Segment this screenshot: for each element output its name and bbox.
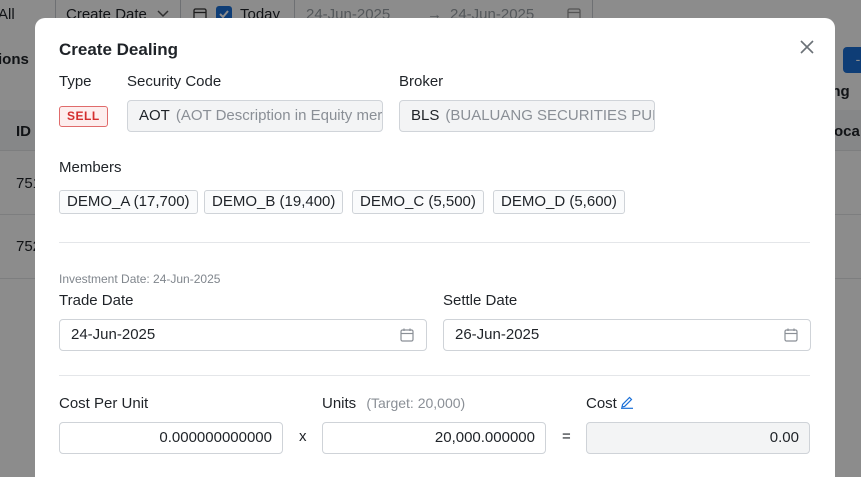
units-target: (Target: 20,000) — [366, 395, 466, 411]
security-code-value: AOT — [139, 107, 170, 124]
member-chip: DEMO_D (5,600) — [493, 190, 625, 214]
security-code-label: Security Code — [127, 73, 222, 90]
calendar-icon[interactable] — [400, 328, 414, 342]
trade-date-value: 24-Jun-2025 — [71, 326, 156, 343]
cost-label: Cost — [586, 395, 617, 412]
broker-description: (BUALUANG SECURITIES PUBL — [445, 107, 655, 124]
equals-sign: = — [562, 428, 571, 445]
settle-date-input[interactable]: 26-Jun-2025 — [443, 319, 811, 351]
member-chip: DEMO_C (5,500) — [352, 190, 484, 214]
close-icon[interactable] — [797, 37, 817, 57]
cost-label-group: Cost — [586, 395, 634, 412]
member-chip: DEMO_A (17,700) — [59, 190, 198, 214]
trade-date-input[interactable]: 24-Jun-2025 — [59, 319, 427, 351]
security-code-field: AOT (AOT Description in Equity mer — [127, 100, 383, 132]
calendar-icon[interactable] — [784, 328, 798, 342]
modal-title: Create Dealing — [59, 40, 179, 59]
section-divider — [59, 375, 810, 376]
investment-date-note: Investment Date: 24-Jun-2025 — [59, 272, 221, 286]
cost-input: 0.00 — [586, 422, 810, 454]
units-label: Units — [322, 395, 357, 412]
broker-code-value: BLS — [411, 107, 440, 124]
pencil-icon[interactable] — [620, 395, 634, 409]
members-label: Members — [59, 159, 122, 176]
member-chip: DEMO_B (19,400) — [204, 190, 344, 214]
broker-label: Broker — [399, 73, 444, 90]
settle-date-label: Settle Date — [443, 292, 518, 309]
cost-per-unit-input[interactable]: 0.000000000000 — [59, 422, 283, 454]
units-input[interactable]: 20,000.000000 — [322, 422, 546, 454]
create-dealing-modal: Create Dealing Type SELL Security Code A… — [35, 18, 835, 477]
units-label-group: Units (Target: 20,000) — [322, 395, 465, 412]
type-badge-sell: SELL — [59, 106, 108, 127]
multiply-sign: x — [299, 428, 307, 445]
type-label: Type — [59, 73, 92, 90]
settle-date-value: 26-Jun-2025 — [455, 326, 540, 343]
broker-field: BLS (BUALUANG SECURITIES PUBL — [399, 100, 655, 132]
trade-date-label: Trade Date — [59, 292, 134, 309]
cost-per-unit-label: Cost Per Unit — [59, 395, 149, 412]
security-code-description: (AOT Description in Equity mer — [175, 107, 383, 124]
section-divider — [59, 242, 810, 243]
